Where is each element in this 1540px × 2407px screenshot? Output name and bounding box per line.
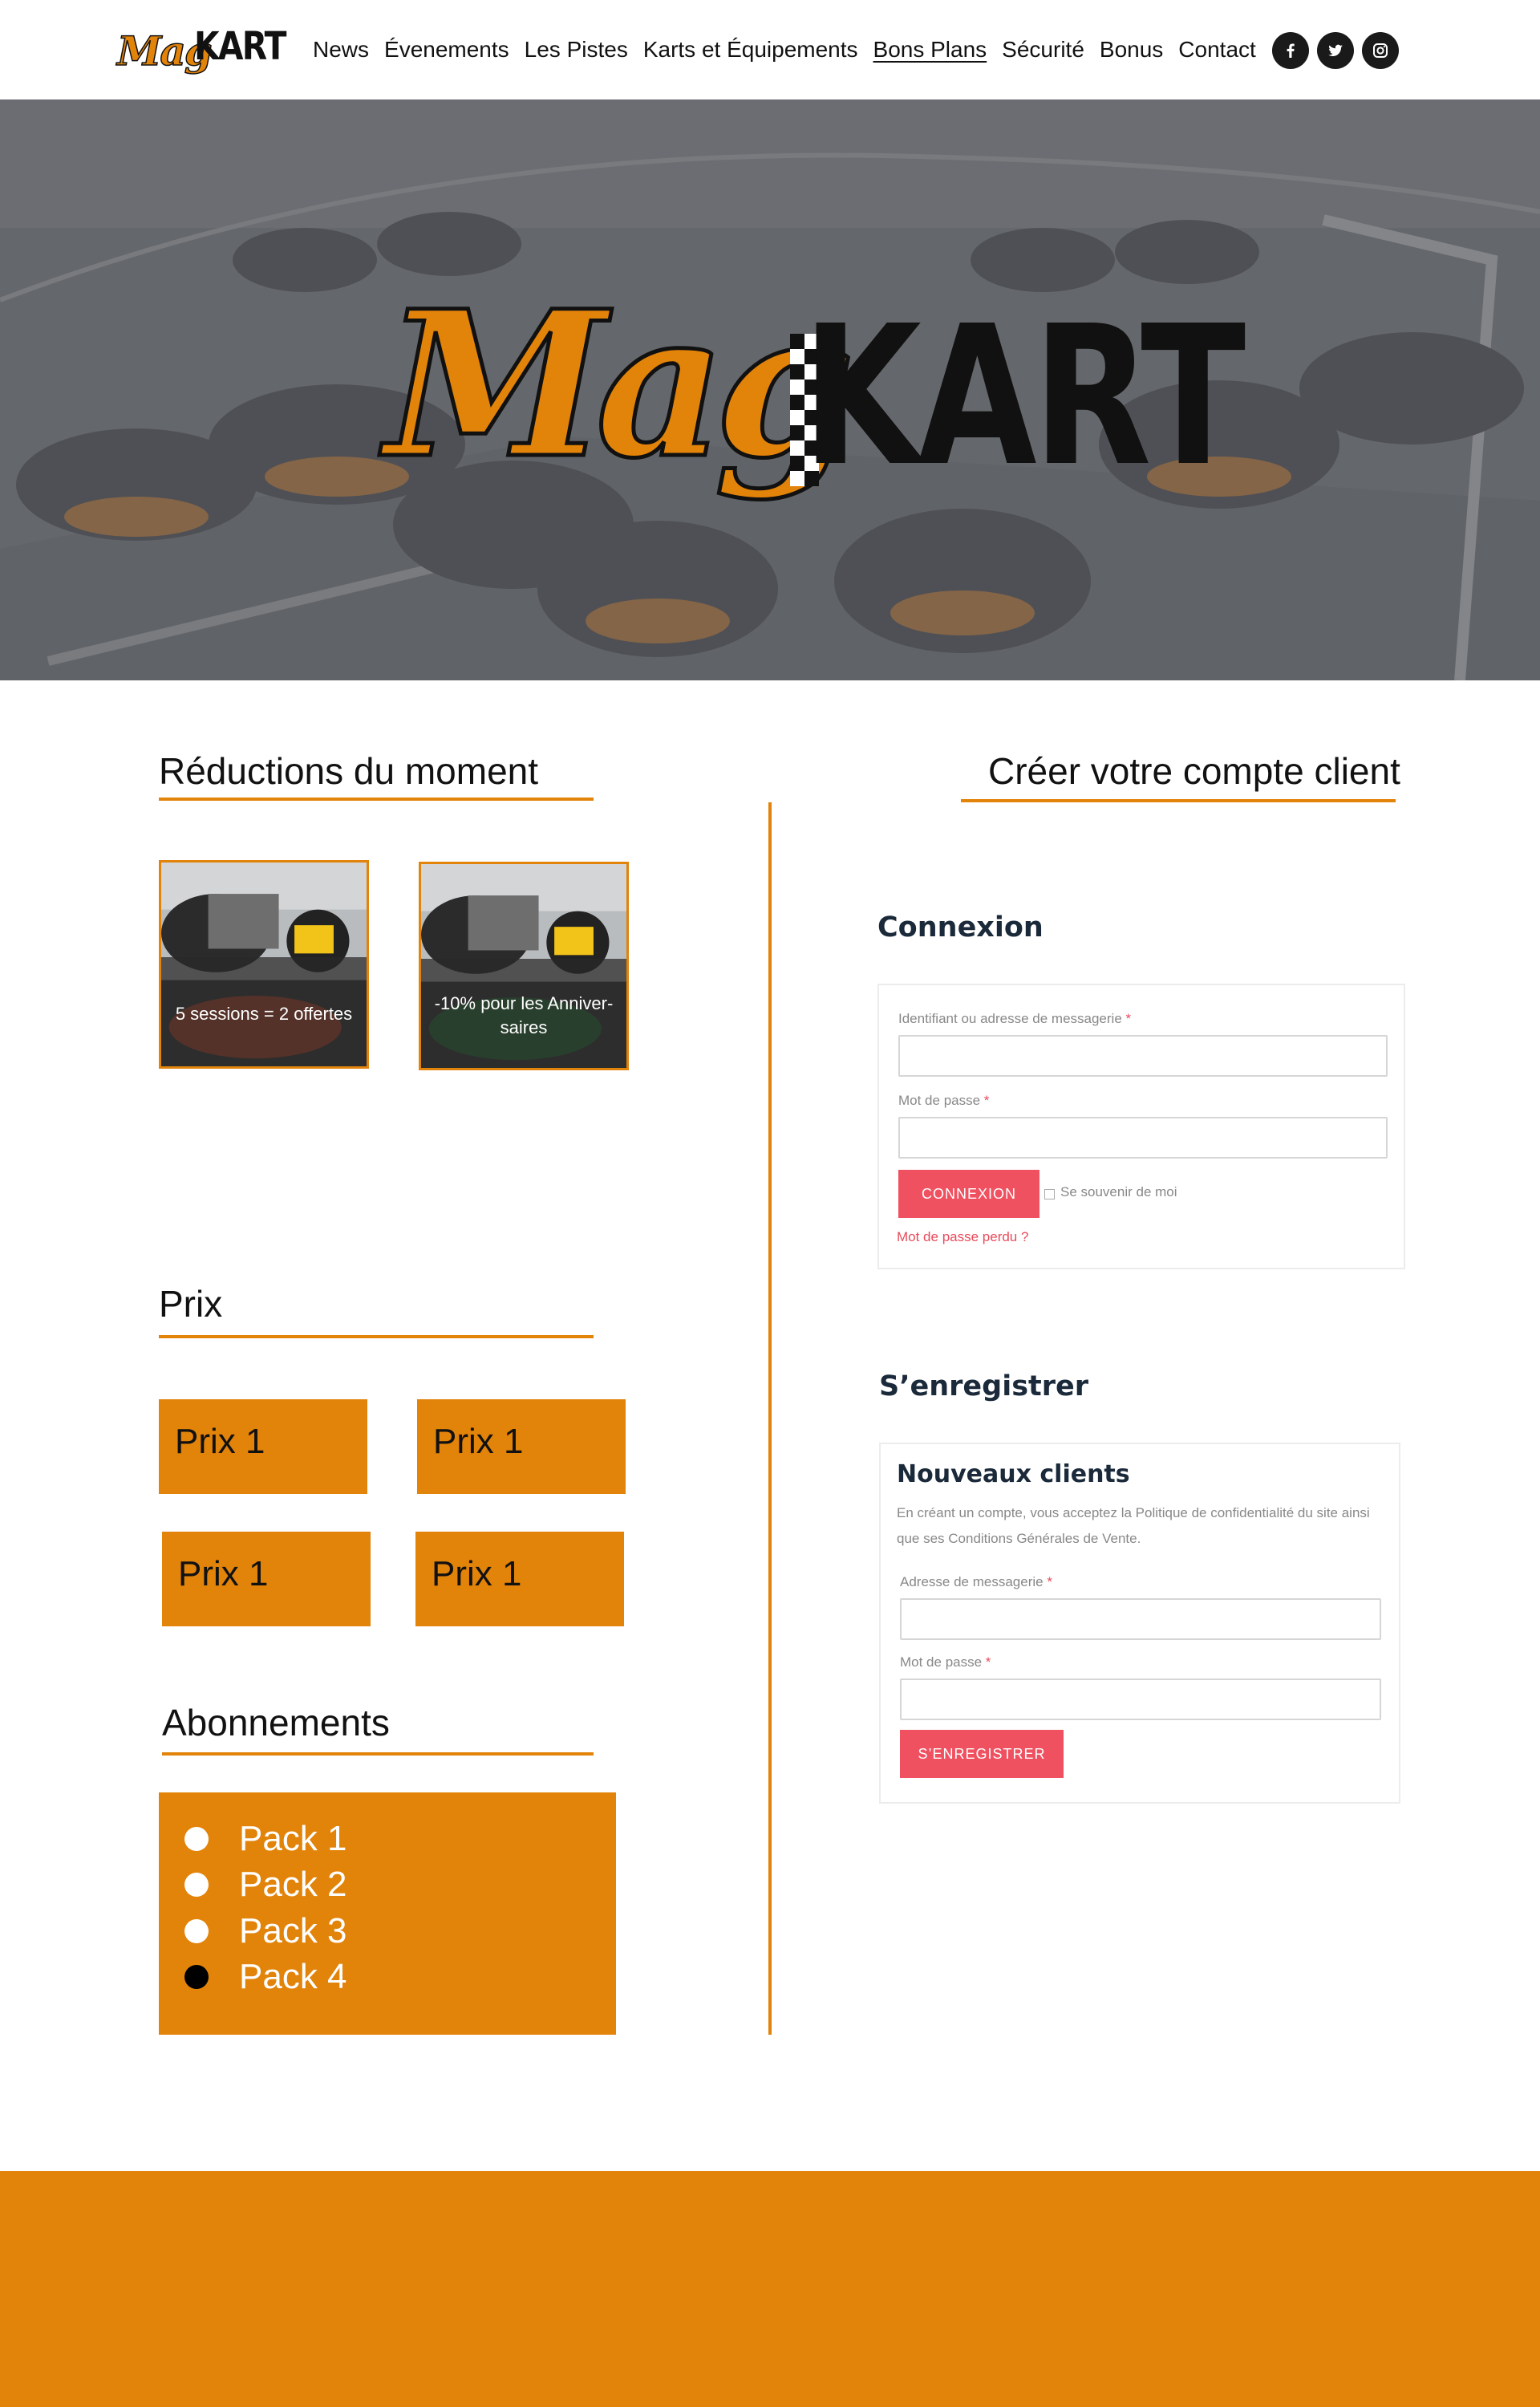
- nav-item-karts[interactable]: Karts et Équipements: [643, 37, 858, 63]
- login-button[interactable]: CONNEXION: [898, 1170, 1040, 1218]
- email-label: Adresse de messagerie *: [900, 1574, 1052, 1589]
- price-box[interactable]: Prix 1: [417, 1399, 626, 1494]
- hero-logo-block: KART: [802, 284, 1246, 509]
- username-label: Identifiant ou adresse de messagerie *: [898, 1011, 1132, 1026]
- hero-logo-script: Mag: [383, 266, 857, 502]
- lost-password-link[interactable]: Mot de passe perdu ?: [897, 1229, 1028, 1245]
- nav-item-bonus[interactable]: Bonus: [1100, 37, 1163, 63]
- subscriptions-title-underline: [162, 1752, 594, 1756]
- new-customers-title: Nouveaux clients: [897, 1460, 1130, 1488]
- bullet-dot: [184, 1827, 209, 1851]
- price-label: Prix 1: [432, 1554, 522, 1593]
- password-input[interactable]: [898, 1117, 1388, 1159]
- deals-title: Réductions du moment: [159, 750, 539, 792]
- prices-title-underline: [159, 1335, 594, 1338]
- price-box[interactable]: Prix 1: [415, 1532, 624, 1626]
- deal-caption: 5 sessions = 2 offertes: [161, 957, 367, 1066]
- prices-title: Prix: [159, 1283, 223, 1325]
- account-title: Créer votre compte client: [988, 750, 1400, 792]
- price-label: Prix 1: [178, 1554, 269, 1593]
- twitter-icon[interactable]: [1317, 32, 1354, 69]
- facebook-icon[interactable]: [1272, 32, 1309, 69]
- account-title-underline: [961, 799, 1396, 802]
- remember-me-label: Se souvenir de moi: [1060, 1184, 1177, 1199]
- instagram-icon[interactable]: [1362, 32, 1399, 69]
- site-logo[interactable]: Mag KART: [116, 22, 286, 79]
- subscriptions-title: Abonnements: [162, 1702, 390, 1743]
- logo-block-text: KART: [194, 24, 287, 69]
- page: Mag KART News Évenements Les Pistes Kart…: [0, 0, 1540, 2407]
- register-description: En créant un compte, vous acceptez la Po…: [897, 1505, 1370, 1546]
- deal-label: 5 sessions = 2 offertes: [175, 1004, 353, 1025]
- subscription-label: Pack 1: [239, 1819, 347, 1858]
- subscription-item[interactable]: Pack 1: [184, 1816, 347, 1861]
- price-label: Prix 1: [175, 1422, 265, 1461]
- column-divider: [768, 802, 772, 2035]
- nav-item-securite[interactable]: Sécurité: [1002, 37, 1084, 63]
- deals-title-underline: [159, 798, 594, 801]
- main-nav: News Évenements Les Pistes Karts et Équi…: [313, 32, 1271, 67]
- bullet-dot: [184, 1965, 209, 1989]
- email-input[interactable]: [900, 1598, 1381, 1640]
- bullet-dot: [184, 1919, 209, 1943]
- register-button[interactable]: S’ENREGISTRER: [900, 1730, 1064, 1778]
- deal-card[interactable]: 5 sessions = 2 offertes: [159, 860, 369, 1069]
- nav-item-evenements[interactable]: Évenements: [384, 37, 509, 63]
- bullet-dot: [184, 1873, 209, 1897]
- subscription-label: Pack 3: [239, 1911, 347, 1950]
- username-input[interactable]: [898, 1035, 1388, 1077]
- deal-card[interactable]: -10% pour les Anniver-saires: [419, 862, 629, 1070]
- price-box[interactable]: Prix 1: [159, 1399, 367, 1494]
- nav-item-bons-plans[interactable]: Bons Plans: [873, 37, 987, 63]
- subscription-item[interactable]: Pack 4: [184, 1954, 347, 1999]
- price-box[interactable]: Prix 1: [162, 1532, 371, 1626]
- password-label: Mot de passe *: [898, 1093, 990, 1108]
- nav-item-news[interactable]: News: [313, 37, 369, 63]
- site-footer: [0, 2171, 1540, 2407]
- hero-banner: Mag KART: [0, 99, 1540, 680]
- subscriptions-list: Pack 1 Pack 2 Pack 3 Pack 4: [159, 1792, 616, 2035]
- site-header: Mag KART News Évenements Les Pistes Kart…: [0, 0, 1540, 99]
- nav-item-pistes[interactable]: Les Pistes: [525, 37, 628, 63]
- remember-me-checkbox[interactable]: [1044, 1189, 1055, 1199]
- login-title: Connexion: [877, 911, 1044, 944]
- deal-caption: -10% pour les Anniver-saires: [421, 959, 626, 1068]
- deal-label: -10% pour les Anniver-saires: [434, 993, 614, 1037]
- register-password-label: Mot de passe *: [900, 1654, 991, 1670]
- subscription-label: Pack 2: [239, 1865, 347, 1904]
- register-card: Nouveaux clients En créant un compte, vo…: [879, 1443, 1400, 1804]
- social-links: [1272, 32, 1399, 69]
- login-card: Identifiant ou adresse de messagerie * M…: [877, 984, 1405, 1269]
- subscription-label: Pack 4: [239, 1957, 347, 1996]
- register-password-input[interactable]: [900, 1678, 1381, 1720]
- subscription-item[interactable]: Pack 2: [184, 1862, 347, 1907]
- nav-item-contact[interactable]: Contact: [1178, 37, 1256, 63]
- register-title: S’enregistrer: [879, 1370, 1089, 1402]
- hero-logo: Mag KART: [383, 236, 1246, 589]
- price-label: Prix 1: [433, 1422, 524, 1461]
- subscription-item[interactable]: Pack 3: [184, 1909, 347, 1954]
